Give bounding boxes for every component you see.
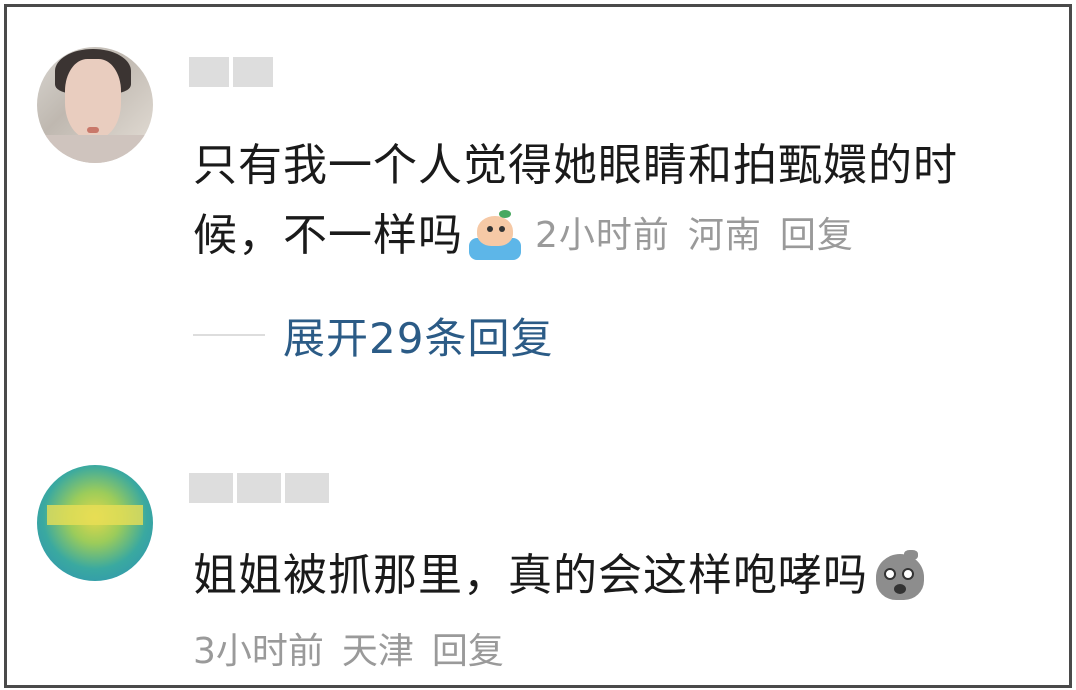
- reply-button[interactable]: 回复: [432, 627, 504, 677]
- shocked-emoji-icon: [874, 550, 926, 602]
- divider: [193, 334, 265, 336]
- comment-location: 天津: [341, 631, 414, 672]
- comment-meta: 3小时前 天津 回复: [193, 627, 504, 677]
- comment-text-line: 只有我一个人觉得她眼睛和拍甄嬛的时: [193, 140, 958, 191]
- crying-emoji-icon: [469, 210, 521, 262]
- username-blurred[interactable]: [189, 57, 273, 87]
- comment-time: 3小时前: [193, 631, 324, 672]
- avatar-mouth: [87, 127, 99, 133]
- comment-text-line: 候，不一样吗 2小时前 河南 回复: [193, 203, 854, 269]
- comment-screenshot-frame: 只有我一个人觉得她眼睛和拍甄嬛的时 候，不一样吗 2小时前 河南 回复 展开29…: [4, 4, 1072, 688]
- comment-location: 河南: [687, 215, 762, 256]
- comment-text-line: 姐姐被抓那里，真的会这样咆哮吗: [193, 543, 926, 609]
- username-blurred[interactable]: [189, 473, 329, 503]
- avatar[interactable]: [37, 47, 153, 163]
- reply-button[interactable]: 回复: [780, 203, 854, 269]
- comment-meta: 2小时前 河南 回复: [535, 203, 854, 269]
- comment-text: 候，不一样吗: [193, 210, 463, 261]
- expand-replies-button[interactable]: 展开29条回复: [193, 305, 553, 365]
- comment-text: 姐姐被抓那里，真的会这样咆哮吗: [193, 550, 868, 601]
- avatar[interactable]: [37, 465, 153, 581]
- avatar-shoulders: [37, 135, 153, 163]
- expand-replies-label: 展开29条回复: [283, 313, 554, 363]
- comment-time: 2小时前: [535, 215, 670, 256]
